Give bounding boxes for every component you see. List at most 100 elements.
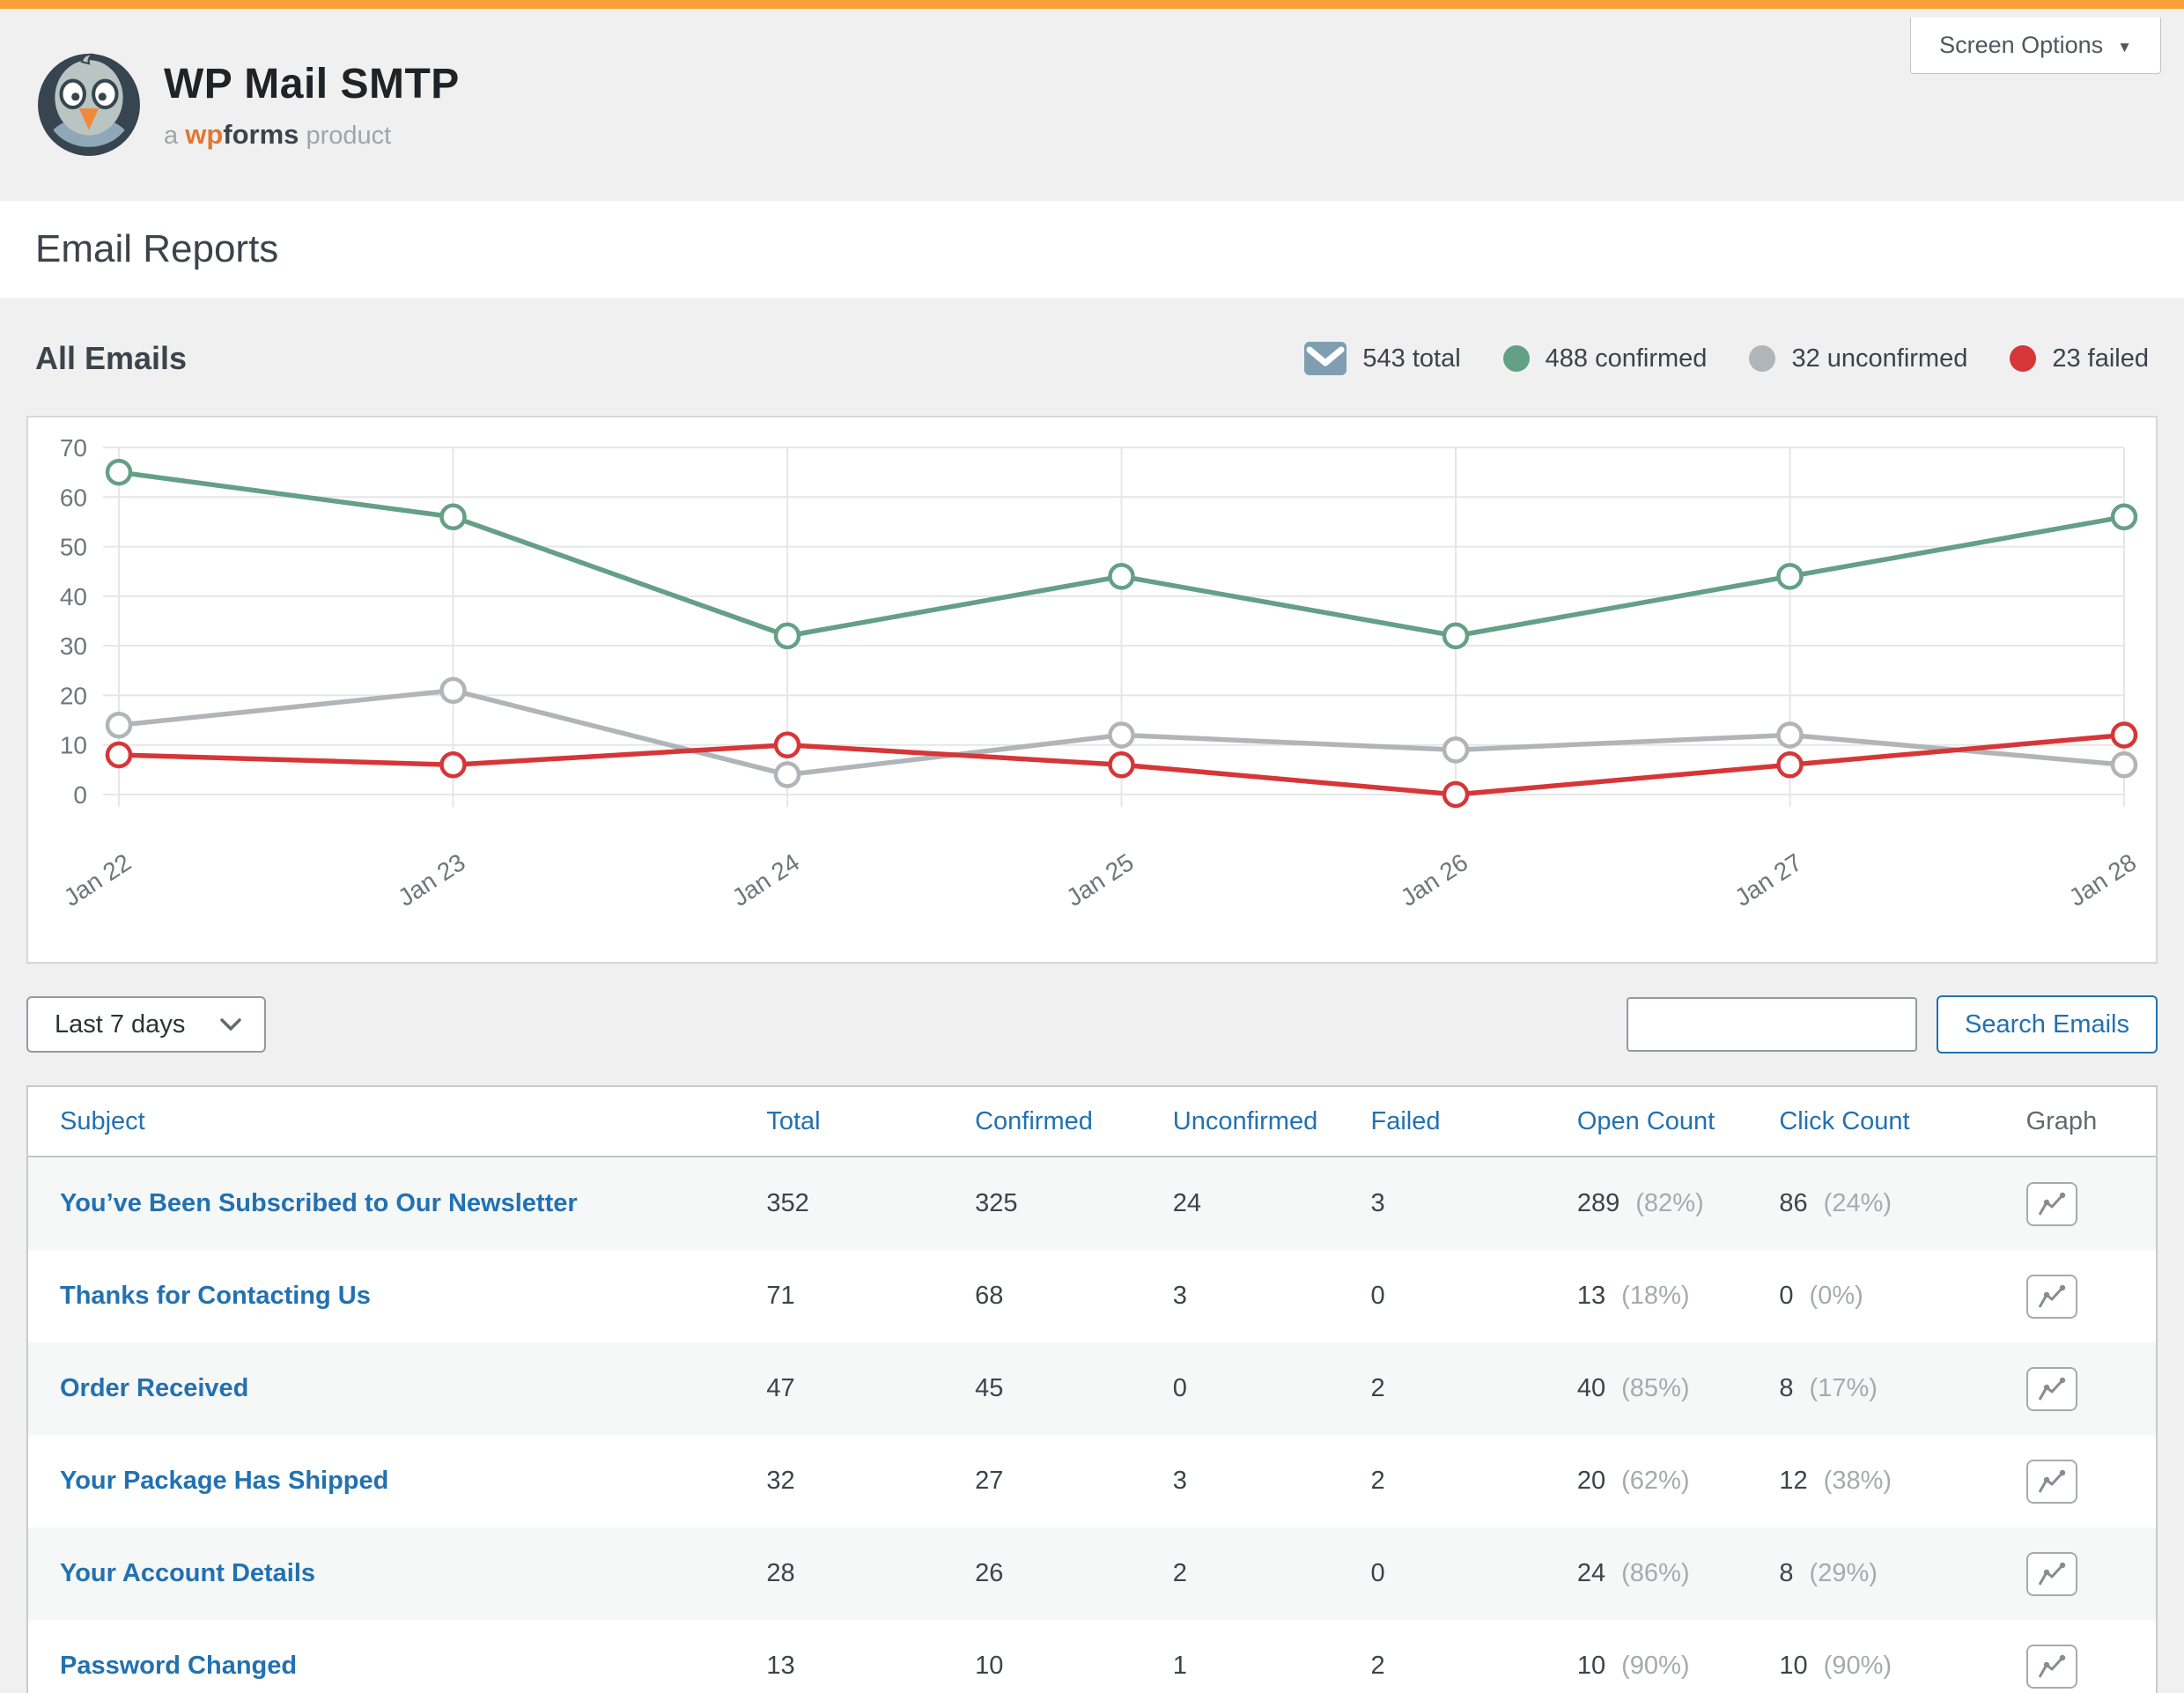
cell-total: 71 xyxy=(766,1282,975,1311)
svg-text:20: 20 xyxy=(60,682,87,709)
search-input[interactable] xyxy=(1627,997,1917,1052)
column-header-click-count[interactable]: Click Count xyxy=(1779,1107,2025,1136)
wpforms-forms: forms xyxy=(223,119,299,150)
graph-button[interactable] xyxy=(2026,1367,2077,1411)
cell-open-count: 40 (85%) xyxy=(1577,1374,1780,1403)
email-reports-table: Subject Total Confirmed Unconfirmed Fail… xyxy=(26,1085,2158,1693)
svg-text:Jan 28: Jan 28 xyxy=(2064,848,2141,912)
legend-item-unconfirmed: 32 unconfirmed xyxy=(1749,344,1967,373)
mini-chart-icon xyxy=(2038,1284,2066,1309)
legend-item-failed: 23 failed xyxy=(2010,344,2149,373)
envelope-icon xyxy=(1304,342,1347,375)
column-header-subject[interactable]: Subject xyxy=(28,1107,766,1136)
cell-graph xyxy=(2026,1367,2156,1411)
top-accent-bar xyxy=(0,0,2184,9)
cell-total: 28 xyxy=(766,1559,975,1588)
column-header-open-count[interactable]: Open Count xyxy=(1577,1107,1780,1136)
table-row: You’ve Been Subscribed to Our Newsletter… xyxy=(28,1157,2156,1250)
confirmed-dot-icon xyxy=(1503,345,1530,372)
cell-click-count: 0 (0%) xyxy=(1779,1282,2025,1311)
plugin-header: WP Mail SMTP a wpforms product Screen Op… xyxy=(0,9,2184,201)
cell-confirmed: 325 xyxy=(975,1189,1173,1218)
table-body: You’ve Been Subscribed to Our Newsletter… xyxy=(28,1157,2156,1693)
cell-graph xyxy=(2026,1552,2156,1596)
page-title: Email Reports xyxy=(35,227,278,271)
cell-failed: 0 xyxy=(1370,1559,1576,1588)
cell-open-count: 24 (86%) xyxy=(1577,1559,1780,1588)
cell-unconfirmed: 24 xyxy=(1173,1189,1371,1218)
email-subject-link[interactable]: Order Received xyxy=(28,1374,766,1403)
cell-graph xyxy=(2026,1460,2156,1504)
svg-text:50: 50 xyxy=(60,534,87,561)
graph-button[interactable] xyxy=(2026,1645,2077,1689)
section-title: All Emails xyxy=(35,340,187,377)
date-range-select[interactable]: Last 7 days xyxy=(26,996,266,1053)
graph-button[interactable] xyxy=(2026,1552,2077,1596)
date-range-value: Last 7 days xyxy=(55,1010,185,1039)
search-emails-button[interactable]: Search Emails xyxy=(1937,995,2158,1054)
svg-text:70: 70 xyxy=(60,434,87,462)
email-subject-link[interactable]: You’ve Been Subscribed to Our Newsletter xyxy=(28,1189,766,1218)
cell-total: 352 xyxy=(766,1189,975,1218)
cell-unconfirmed: 3 xyxy=(1173,1467,1371,1496)
cell-click-count: 10 (90%) xyxy=(1779,1652,2025,1681)
svg-text:Jan 26: Jan 26 xyxy=(1396,848,1472,912)
table-row: Your Package Has Shipped 32 27 3 2 20 (6… xyxy=(28,1435,2156,1527)
wp-mail-smtp-pigeon-logo xyxy=(35,51,143,159)
table-row: Thanks for Contacting Us 71 68 3 0 13 (1… xyxy=(28,1250,2156,1342)
svg-text:Jan 25: Jan 25 xyxy=(1061,848,1138,912)
table-row: Your Account Details 28 26 2 0 24 (86%) … xyxy=(28,1527,2156,1620)
controls-row: Last 7 days Search Emails xyxy=(26,995,2158,1054)
graph-button[interactable] xyxy=(2026,1182,2077,1226)
cell-open-count: 13 (18%) xyxy=(1577,1282,1780,1311)
email-subject-link[interactable]: Password Changed xyxy=(28,1652,766,1681)
svg-text:0: 0 xyxy=(73,781,87,809)
legend-item-confirmed: 488 confirmed xyxy=(1503,344,1708,373)
cell-confirmed: 27 xyxy=(975,1467,1173,1496)
email-subject-link[interactable]: Thanks for Contacting Us xyxy=(28,1282,766,1311)
legend-label-total: 543 total xyxy=(1362,344,1460,373)
svg-text:Jan 23: Jan 23 xyxy=(393,848,469,912)
cell-graph xyxy=(2026,1645,2156,1689)
svg-text:Jan 24: Jan 24 xyxy=(727,848,804,912)
cell-failed: 2 xyxy=(1370,1652,1576,1681)
cell-click-count: 86 (24%) xyxy=(1779,1189,2025,1218)
legend-label-unconfirmed: 32 unconfirmed xyxy=(1791,344,1967,373)
svg-text:60: 60 xyxy=(60,484,87,511)
graph-button[interactable] xyxy=(2026,1460,2077,1504)
cell-click-count: 8 (17%) xyxy=(1779,1374,2025,1403)
table-row: Order Received 47 45 0 2 40 (85%) 8 (17%… xyxy=(28,1342,2156,1435)
column-header-total[interactable]: Total xyxy=(766,1107,975,1136)
column-header-confirmed[interactable]: Confirmed xyxy=(975,1107,1173,1136)
cell-confirmed: 26 xyxy=(975,1559,1173,1588)
column-header-unconfirmed[interactable]: Unconfirmed xyxy=(1173,1107,1371,1136)
page-title-band: Email Reports xyxy=(0,201,2184,298)
wpforms-wp: wp xyxy=(185,119,223,150)
screen-options-button[interactable]: Screen Options ▼ xyxy=(1910,18,2161,74)
cell-total: 13 xyxy=(766,1652,975,1681)
svg-text:30: 30 xyxy=(60,632,87,660)
emails-chart-card: Jan 22Jan 23Jan 24Jan 25Jan 26Jan 27Jan … xyxy=(26,416,2158,964)
mini-chart-icon xyxy=(2038,1469,2066,1494)
email-subject-link[interactable]: Your Package Has Shipped xyxy=(28,1467,766,1496)
cell-open-count: 20 (62%) xyxy=(1577,1467,1780,1496)
mini-chart-icon xyxy=(2038,1562,2066,1586)
cell-confirmed: 10 xyxy=(975,1652,1173,1681)
cell-graph xyxy=(2026,1182,2156,1226)
brand-title: WP Mail SMTP xyxy=(164,60,460,108)
email-subject-link[interactable]: Your Account Details xyxy=(28,1559,766,1588)
column-header-failed[interactable]: Failed xyxy=(1370,1107,1576,1136)
legend-label-confirmed: 488 confirmed xyxy=(1546,344,1708,373)
svg-text:10: 10 xyxy=(60,732,87,759)
cell-click-count: 12 (38%) xyxy=(1779,1467,2025,1496)
cell-total: 32 xyxy=(766,1467,975,1496)
cell-failed: 3 xyxy=(1370,1189,1576,1218)
cell-unconfirmed: 1 xyxy=(1173,1652,1371,1681)
failed-dot-icon xyxy=(2010,345,2036,372)
table-header-row: Subject Total Confirmed Unconfirmed Fail… xyxy=(28,1087,2156,1157)
cell-open-count: 289 (82%) xyxy=(1577,1189,1780,1218)
legend-label-failed: 23 failed xyxy=(2052,344,2149,373)
legend-item-total: 543 total xyxy=(1304,342,1460,375)
graph-button[interactable] xyxy=(2026,1275,2077,1319)
chart-legend: 543 total 488 confirmed 32 unconfirmed 2… xyxy=(1304,342,2149,375)
